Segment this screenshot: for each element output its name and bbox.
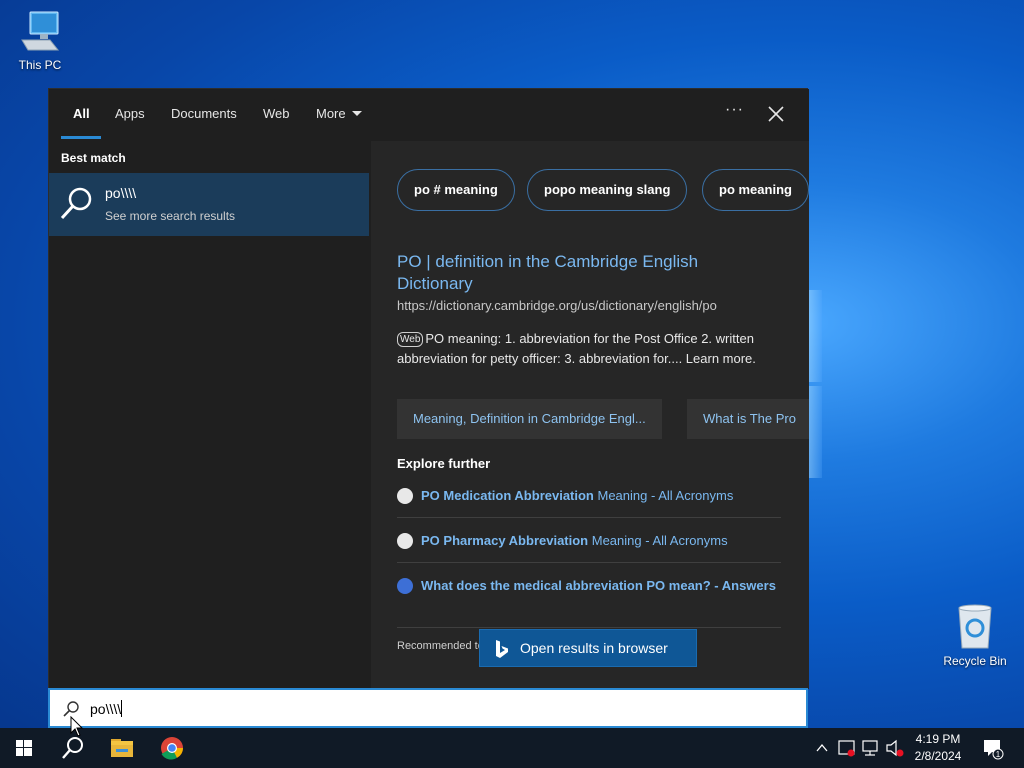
open-results-in-browser-button[interactable]: Open results in browser	[479, 629, 697, 667]
taskbar-clock[interactable]: 4:19 PM 2/8/2024	[908, 731, 968, 765]
text-caret	[121, 700, 123, 717]
explore-item-rest: Meaning - All Acronyms	[588, 533, 728, 548]
volume-muted-icon[interactable]	[884, 728, 906, 768]
suggestion-chip[interactable]: po meaning	[702, 169, 809, 211]
search-input-value: po\\\\	[90, 700, 123, 717]
recycle-bin-icon	[958, 604, 992, 649]
recycle-bin-label: Recycle Bin	[943, 654, 1007, 668]
best-match-heading: Best match	[61, 151, 126, 165]
explore-item-title: What does the medical abbreviation PO me…	[421, 578, 776, 593]
divider	[397, 562, 781, 563]
taskbar: 4:19 PM 2/8/2024 1	[0, 728, 1024, 768]
tab-more[interactable]: More	[316, 106, 362, 121]
tab-web[interactable]: Web	[263, 106, 290, 121]
explore-item-title: PO Medication Abbreviation	[421, 488, 594, 503]
best-match-item[interactable]: po\\\\ See more search results	[49, 173, 369, 236]
network-icon[interactable]	[860, 728, 882, 768]
clock-date: 2/8/2024	[914, 749, 962, 763]
result-title-link[interactable]: PO | definition in the Cambridge English…	[397, 251, 737, 295]
all-acronyms-icon	[397, 533, 413, 549]
explore-item-title: PO Pharmacy Abbreviation	[421, 533, 589, 548]
preview-pane: po # meaning popo meaning slang po meani…	[371, 141, 809, 689]
web-badge: Web	[397, 332, 424, 347]
recycle-bin-desktop-icon[interactable]: Recycle Bin	[937, 602, 1013, 668]
explore-item[interactable]: What does the medical abbreviation PO me…	[397, 576, 781, 596]
bing-icon	[496, 640, 508, 658]
wallpaper-beam	[808, 290, 822, 382]
security-icon[interactable]	[836, 728, 858, 768]
result-description: Web PO meaning: 1. abbreviation for the P…	[397, 329, 789, 369]
ellipsis-icon[interactable]: ···	[725, 101, 744, 119]
recommended-text: Recommended to	[397, 640, 484, 652]
best-match-subtitle: See more search results	[105, 209, 236, 223]
open-results-label: Open results in browser	[520, 640, 668, 656]
all-acronyms-icon	[397, 488, 413, 504]
chevron-up-icon[interactable]	[812, 728, 832, 768]
search-input-text: po\\\\	[90, 701, 122, 717]
this-pc-desktop-icon[interactable]: This PC	[2, 10, 78, 72]
mouse-pointer-icon	[70, 716, 84, 737]
tab-all[interactable]: All	[73, 106, 90, 121]
result-sub-link[interactable]: What is The Pro	[687, 399, 809, 439]
result-url: https://dictionary.cambridge.org/us/dict…	[397, 298, 717, 313]
explore-item-rest: Meaning - All Acronyms	[593, 488, 734, 503]
result-description-text: PO meaning: 1. abbreviation for the Post…	[397, 331, 756, 366]
wallpaper-beam	[808, 386, 822, 478]
search-panel: All Apps Documents Web More ··· Best mat…	[48, 88, 809, 689]
tab-apps[interactable]: Apps	[115, 106, 145, 121]
chevron-down-icon	[351, 111, 362, 116]
notification-center-icon[interactable]: 1	[980, 728, 1006, 768]
explore-heading: Explore further	[397, 456, 491, 471]
search-icon	[60, 187, 92, 220]
results-list: Best match po\\\\ See more search result…	[49, 141, 371, 689]
search-tabs-bar: All Apps Documents Web More ···	[49, 89, 809, 141]
explore-item[interactable]: PO Medication Abbreviation Meaning - All…	[397, 486, 781, 506]
suggestion-chip[interactable]: po # meaning	[397, 169, 515, 211]
tab-documents[interactable]: Documents	[171, 106, 237, 121]
chrome-icon[interactable]	[148, 728, 196, 768]
tab-more-label: More	[316, 106, 346, 121]
divider	[397, 627, 781, 628]
computer-icon	[21, 11, 60, 51]
file-explorer-icon[interactable]	[98, 728, 146, 768]
windows-start-icon[interactable]	[0, 728, 48, 768]
divider	[397, 517, 781, 518]
this-pc-label: This PC	[18, 58, 62, 72]
active-tab-indicator	[61, 136, 101, 139]
answers-icon	[397, 578, 413, 594]
best-match-title: po\\\\	[105, 185, 137, 201]
result-sub-link[interactable]: Meaning, Definition in Cambridge Engl...	[397, 399, 662, 439]
suggestion-chip[interactable]: popo meaning slang	[527, 169, 688, 211]
notification-count: 1	[996, 750, 1001, 759]
search-input[interactable]: po\\\\	[48, 688, 808, 728]
clock-time: 4:19 PM	[915, 732, 961, 746]
close-icon[interactable]	[765, 103, 787, 125]
explore-item[interactable]: PO Pharmacy Abbreviation Meaning - All A…	[397, 531, 781, 551]
